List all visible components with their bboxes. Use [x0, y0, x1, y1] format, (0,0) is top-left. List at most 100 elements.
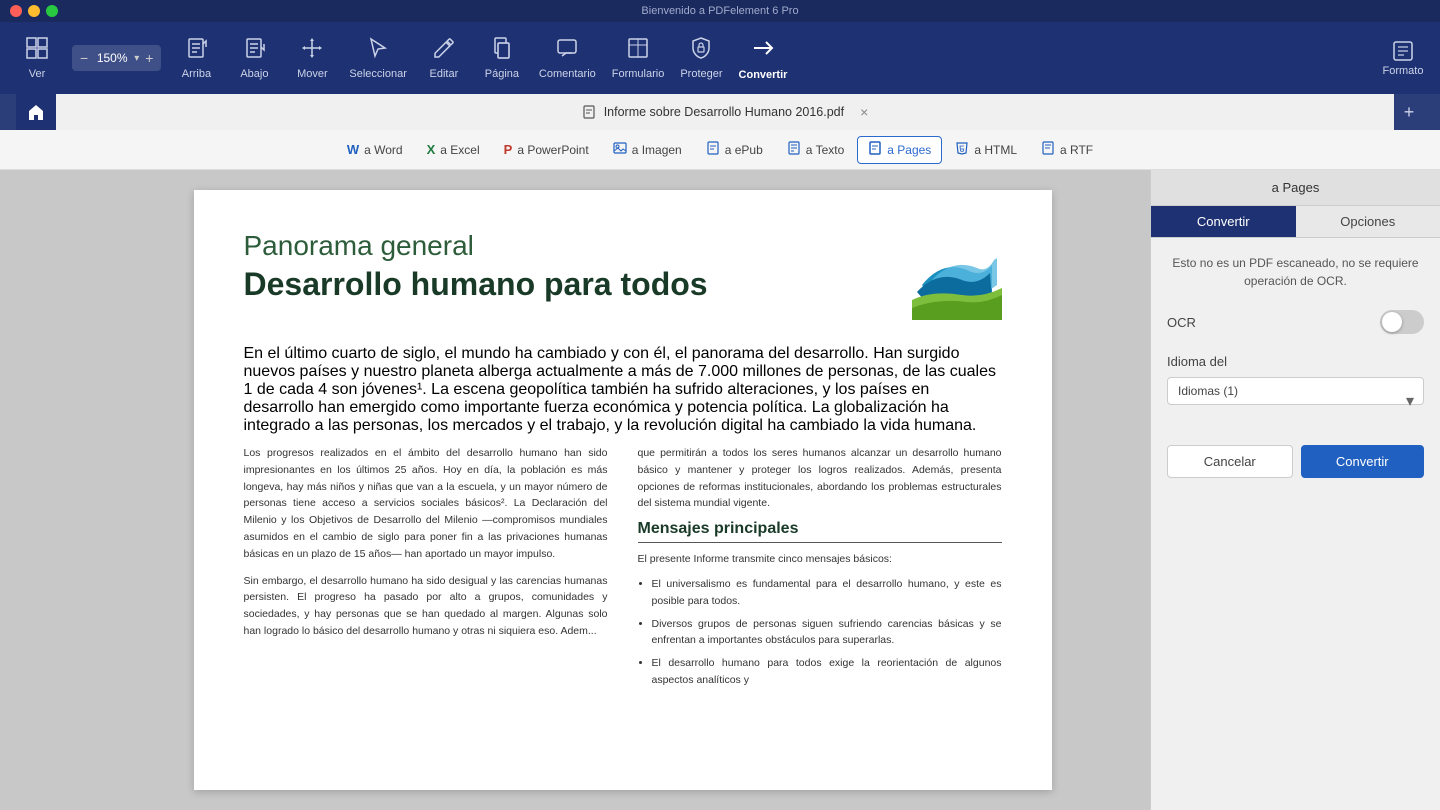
ocr-row: OCR	[1167, 310, 1424, 334]
panel-content: Esto no es un PDF escaneado, no se requi…	[1151, 238, 1440, 810]
pdf-page: Panorama general Desarrollo humano para …	[194, 190, 1052, 790]
ocr-toggle[interactable]	[1380, 310, 1424, 334]
panel-title: a Pages	[1151, 170, 1440, 206]
toolbar-formulario[interactable]: Formulario	[606, 28, 671, 88]
word-icon: W	[347, 142, 359, 157]
toolbar-arriba[interactable]: Arriba	[169, 28, 223, 88]
right-panel: a Pages Convertir Opciones Esto no es un…	[1150, 170, 1440, 810]
convert-button[interactable]: Convertir	[1301, 445, 1425, 478]
editar-icon	[432, 36, 456, 64]
main-area: Panorama general Desarrollo humano para …	[0, 170, 1440, 810]
toolbar-pagina[interactable]: Página	[475, 28, 529, 88]
pages-label: a Pages	[887, 143, 931, 157]
convert-excel-button[interactable]: X a Excel	[416, 136, 491, 164]
col-left-p2: Sin embargo, el desarrollo humano ha sid…	[244, 573, 608, 640]
pdf-logo	[912, 230, 1002, 325]
toolbar-convertir[interactable]: Convertir	[733, 28, 794, 88]
mover-icon	[300, 36, 324, 64]
comentario-icon	[555, 36, 579, 64]
zoom-control: − 150% ▾ +	[72, 45, 161, 71]
abajo-label: Abajo	[240, 68, 268, 80]
idioma-label: Idioma del	[1167, 354, 1424, 369]
convert-imagen-button[interactable]: a Imagen	[602, 136, 693, 164]
mensajes-intro: El presente Informe transmite cinco mens…	[638, 551, 1002, 568]
convertir-label: Convertir	[739, 69, 788, 81]
formato-icon	[1392, 40, 1414, 65]
toolbar-seleccionar[interactable]: Seleccionar	[343, 28, 412, 88]
toggle-knob	[1382, 312, 1402, 332]
maximize-button[interactable]	[46, 5, 58, 17]
html-icon	[955, 141, 969, 158]
tabbar: Informe sobre Desarrollo Humano 2016.pdf…	[0, 94, 1440, 130]
pdf-content-area[interactable]: Panorama general Desarrollo humano para …	[95, 170, 1150, 810]
panel-actions: Cancelar Convertir	[1167, 445, 1424, 478]
mensajes-list: El universalismo es fundamental para el …	[638, 576, 1002, 689]
convert-html-button[interactable]: a HTML	[944, 136, 1028, 164]
mensajes-item-1: El universalismo es fundamental para el …	[652, 576, 1002, 610]
convert-epub-button[interactable]: a ePub	[695, 136, 774, 164]
toolbar-abajo[interactable]: Abajo	[227, 28, 281, 88]
zoom-dropdown-icon[interactable]: ▾	[134, 53, 139, 64]
powerpoint-label: a PowerPoint	[517, 143, 588, 157]
convert-pages-button[interactable]: a Pages	[857, 136, 942, 164]
pdf-title2: Desarrollo humano para todos	[244, 266, 708, 303]
panel-tab-options[interactable]: Opciones	[1296, 206, 1440, 237]
tab-close-button[interactable]: ×	[860, 104, 868, 120]
toolbar-formato[interactable]: Formato	[1376, 28, 1430, 88]
pdf-intro: En el último cuarto de siglo, el mundo h…	[244, 345, 1002, 435]
arriba-icon	[184, 36, 208, 64]
convert-rtf-button[interactable]: a RTF	[1030, 136, 1104, 164]
epub-label: a ePub	[725, 143, 763, 157]
imagen-label: a Imagen	[632, 143, 682, 157]
excel-icon: X	[427, 142, 436, 157]
convert-powerpoint-button[interactable]: P a PowerPoint	[493, 136, 600, 164]
idioma-select[interactable]: Idiomas (1)	[1167, 377, 1424, 405]
comentario-label: Comentario	[539, 68, 596, 80]
cancel-button[interactable]: Cancelar	[1167, 445, 1293, 478]
idioma-select-wrapper: Idiomas (1)	[1167, 377, 1424, 425]
mensajes-title: Mensajes principales	[638, 520, 1002, 543]
zoom-value: 150%	[94, 51, 130, 65]
pagina-label: Página	[485, 68, 519, 80]
pdf-two-col: Los progresos realizados en el ámbito de…	[244, 445, 1002, 695]
close-button[interactable]	[10, 5, 22, 17]
toolbar-comentario[interactable]: Comentario	[533, 28, 602, 88]
convert-toolbar: W a Word X a Excel P a PowerPoint a Imag…	[0, 130, 1440, 170]
col-left-p1: Los progresos realizados en el ámbito de…	[244, 445, 608, 563]
toolbar-mover[interactable]: Mover	[285, 28, 339, 88]
arriba-label: Arriba	[182, 68, 211, 80]
convertir-icon	[750, 35, 776, 65]
home-tab[interactable]	[16, 94, 56, 130]
epub-icon	[706, 141, 720, 158]
ver-label: Ver	[29, 68, 46, 80]
toolbar-proteger[interactable]: Proteger	[674, 28, 728, 88]
texto-label: a Texto	[806, 143, 844, 157]
convert-texto-button[interactable]: a Texto	[776, 136, 855, 164]
pagina-icon	[490, 36, 514, 64]
minimize-button[interactable]	[28, 5, 40, 17]
zoom-plus-button[interactable]: +	[143, 50, 155, 66]
rtf-icon	[1041, 141, 1055, 158]
html-label: a HTML	[974, 143, 1017, 157]
convert-word-button[interactable]: W a Word	[336, 136, 414, 164]
doc-tab-title: Informe sobre Desarrollo Humano 2016.pdf	[604, 105, 844, 119]
toolbar-ver[interactable]: Ver	[10, 28, 64, 88]
new-tab-button[interactable]: +	[1394, 94, 1424, 130]
rtf-label: a RTF	[1060, 143, 1093, 157]
toolbar-editar[interactable]: Editar	[417, 28, 471, 88]
texto-icon	[787, 141, 801, 158]
main-toolbar: Ver − 150% ▾ + Arriba	[0, 22, 1440, 94]
seleccionar-icon	[366, 36, 390, 64]
ver-icon	[25, 36, 49, 64]
pages-icon	[868, 141, 882, 158]
panel-tabs: Convertir Opciones	[1151, 206, 1440, 238]
pdf-col-right: que permitirán a todos los seres humanos…	[638, 445, 1002, 695]
imagen-icon	[613, 141, 627, 158]
titlebar: Bienvenido a PDFelement 6 Pro	[0, 0, 1440, 22]
pdf-title-section: Panorama general Desarrollo humano para …	[244, 230, 708, 303]
document-tab[interactable]: Informe sobre Desarrollo Humano 2016.pdf…	[56, 94, 1394, 130]
pdf-col-left: Los progresos realizados en el ámbito de…	[244, 445, 608, 695]
panel-tab-convert[interactable]: Convertir	[1151, 206, 1296, 237]
zoom-minus-button[interactable]: −	[78, 50, 90, 66]
excel-label: a Excel	[440, 143, 479, 157]
